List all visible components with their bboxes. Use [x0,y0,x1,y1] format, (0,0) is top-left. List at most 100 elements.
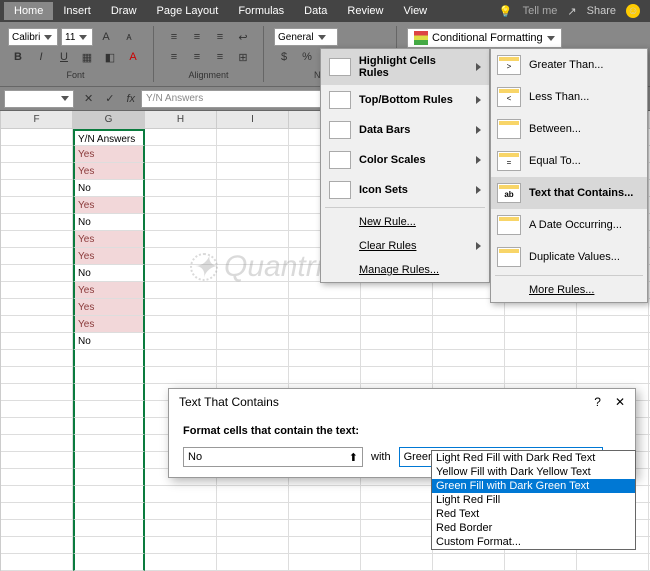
cf-item-icon-sets[interactable]: Icon Sets [321,175,489,205]
cell[interactable] [577,350,649,367]
font-size-select[interactable]: 11 [61,28,93,46]
italic-button[interactable]: I [31,48,51,66]
cell[interactable] [145,163,217,180]
range-picker-icon[interactable]: ⬆ [349,451,358,464]
col-header-I[interactable]: I [217,111,289,128]
cell[interactable] [73,435,145,452]
cell[interactable] [145,180,217,197]
hc-item-a-date-occurring-[interactable]: A Date Occurring... [491,209,647,241]
cell[interactable] [505,316,577,333]
percent-icon[interactable]: % [297,48,317,66]
cell[interactable]: Yes [73,146,145,163]
cell[interactable] [1,384,73,401]
cancel-icon[interactable]: ✕ [78,92,99,105]
cell[interactable] [1,248,73,265]
cell[interactable]: No [73,180,145,197]
enter-icon[interactable]: ✓ [99,92,120,105]
border-button[interactable]: ▦ [77,48,97,66]
cell[interactable] [361,520,433,537]
cell[interactable] [145,350,217,367]
cell[interactable] [577,333,649,350]
increase-font-icon[interactable]: A [96,28,116,46]
cell[interactable] [73,486,145,503]
cell[interactable] [1,367,73,384]
cell[interactable]: Yes [73,197,145,214]
tab-view[interactable]: View [393,2,437,20]
align-bottom-icon[interactable]: ≡ [210,28,230,46]
cell[interactable] [145,265,217,282]
cell[interactable] [361,316,433,333]
hc-item-greater-than-[interactable]: >Greater Than... [491,49,647,81]
cell[interactable] [73,401,145,418]
share-label[interactable]: Share [587,5,616,17]
format-option[interactable]: Light Red Fill [432,493,635,507]
tab-insert[interactable]: Insert [53,2,101,20]
cell[interactable] [217,316,289,333]
cf-item-highlight-cells-rules[interactable]: Highlight Cells Rules [321,49,489,85]
cell[interactable]: No [73,265,145,282]
cell[interactable] [217,367,289,384]
font-name-select[interactable]: Calibri [8,28,58,46]
cell[interactable]: Yes [73,163,145,180]
cell[interactable] [1,282,73,299]
cell[interactable] [73,520,145,537]
align-center-icon[interactable]: ≡ [187,48,207,66]
cell[interactable] [505,333,577,350]
tab-draw[interactable]: Draw [101,2,147,20]
cell[interactable] [1,163,73,180]
cell[interactable] [433,316,505,333]
currency-icon[interactable]: $ [274,48,294,66]
cell[interactable] [1,350,73,367]
cell[interactable] [361,486,433,503]
dialog-text-input[interactable]: No ⬆ [183,447,363,467]
cell[interactable]: Y/N Answers [73,129,145,146]
cell[interactable] [1,333,73,350]
share-icon[interactable]: ↗ [567,5,576,18]
cell[interactable] [361,299,433,316]
cell[interactable]: No [73,214,145,231]
cell[interactable] [577,316,649,333]
tab-home[interactable]: Home [4,2,53,20]
dialog-close-icon[interactable]: ✕ [615,395,625,409]
col-header-G[interactable]: G [73,111,145,128]
cell[interactable] [217,299,289,316]
tellme-text[interactable]: Tell me [523,5,558,17]
cell[interactable] [289,282,361,299]
format-option[interactable]: Red Border [432,521,635,535]
tab-page-layout[interactable]: Page Layout [147,2,229,20]
fx-icon[interactable]: fx [120,93,141,105]
cell[interactable] [145,129,217,146]
cell[interactable] [73,384,145,401]
hc-item-text-that-contains-[interactable]: abText that Contains... [491,177,647,209]
hc-item-between-[interactable]: Between... [491,113,647,145]
cell[interactable] [217,146,289,163]
cf-item-top-bottom-rules[interactable]: Top/Bottom Rules [321,85,489,115]
cell[interactable] [217,486,289,503]
cell[interactable] [73,350,145,367]
cell[interactable] [361,503,433,520]
cell[interactable] [1,146,73,163]
cell[interactable] [1,129,73,146]
cf-item-manage-rules-[interactable]: Manage Rules... [321,258,489,282]
cell[interactable] [145,248,217,265]
cell[interactable] [1,537,73,554]
cell[interactable] [289,333,361,350]
bold-button[interactable]: B [8,48,28,66]
cell[interactable] [1,180,73,197]
col-header-H[interactable]: H [145,111,217,128]
cell[interactable] [145,367,217,384]
align-middle-icon[interactable]: ≡ [187,28,207,46]
format-option[interactable]: Green Fill with Dark Green Text [432,479,635,493]
cell[interactable] [433,333,505,350]
cell[interactable] [73,469,145,486]
fill-color-button[interactable]: ◧ [100,48,120,66]
cell[interactable] [505,350,577,367]
cell[interactable] [217,520,289,537]
hc-item-less-than-[interactable]: <Less Than... [491,81,647,113]
cell[interactable] [217,129,289,146]
cell[interactable] [217,333,289,350]
format-option[interactable]: Yellow Fill with Dark Yellow Text [432,465,635,479]
cell[interactable] [289,537,361,554]
cell[interactable] [217,503,289,520]
cell[interactable] [145,333,217,350]
